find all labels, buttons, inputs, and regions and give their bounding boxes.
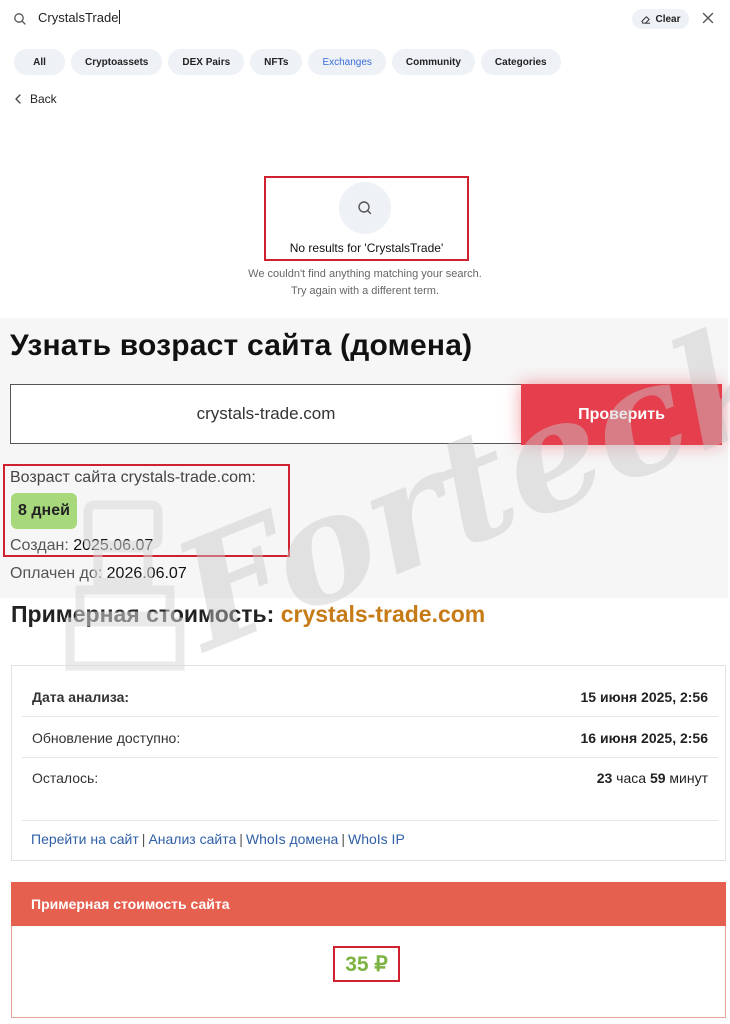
time-left-label: Осталось:	[32, 770, 99, 786]
created-date: Создан: 2025.06.07	[10, 537, 153, 555]
site-links: Перейти на сайт | Анализ сайта | WhoIs домен…	[31, 831, 405, 847]
update-available-value: 16 июня 2025, 2:56	[580, 729, 708, 746]
time-left-value: 23 часа 59 минут	[597, 770, 708, 786]
back-label: Back	[30, 92, 57, 106]
site-age-label: Возраст сайта crystals-trade.com:	[10, 469, 256, 486]
site-age-badge: 8 дней	[11, 493, 77, 529]
link-whois-ip[interactable]: WhoIs IP	[348, 831, 405, 847]
tab-all[interactable]: All	[14, 49, 65, 75]
no-results-line-1: We couldn't find anything matching your …	[248, 268, 482, 280]
created-label: Создан:	[10, 537, 69, 554]
eraser-icon	[641, 15, 651, 24]
clear-label: Clear	[655, 13, 681, 25]
domain-age-title: Узнать возраст сайта (домена)	[10, 329, 473, 362]
check-button[interactable]: Проверить	[521, 384, 722, 445]
search-query: CrystalsTrade	[38, 10, 119, 25]
estimate-heading-domain: crystals-trade.com	[280, 601, 486, 627]
domain-input[interactable]: crystals-trade.com	[10, 384, 522, 444]
estimated-price: 35 ₽	[333, 946, 400, 982]
tab-cryptoassets[interactable]: Cryptoassets	[71, 49, 163, 75]
analysis-date-value: 15 июня 2025, 2:56	[580, 688, 708, 705]
link-separator: |	[341, 831, 345, 847]
link-site-analysis[interactable]: Анализ сайта	[148, 831, 236, 847]
no-results-message: We couldn't find anything matching your …	[200, 266, 530, 300]
link-separator: |	[141, 831, 146, 847]
close-icon[interactable]	[700, 10, 716, 26]
analysis-date-row: Дата анализа: 15 июня 2025, 2:56	[22, 677, 718, 717]
estimate-heading: Примерная стоимость: crystals-trade.com	[11, 601, 485, 628]
time-left-hours-unit: часа	[616, 770, 647, 786]
tab-categories[interactable]: Categories	[480, 49, 561, 75]
paid-label: Оплачен до:	[10, 565, 103, 582]
link-whois-domain[interactable]: WhoIs домена	[246, 831, 338, 847]
links-divider	[22, 820, 718, 821]
tab-dex-pairs[interactable]: DEX Pairs	[168, 49, 245, 75]
no-results-title: No results for 'CrystalsTrade'	[289, 241, 444, 255]
link-go-to-site[interactable]: Перейти на сайт	[31, 831, 139, 847]
tab-community[interactable]: Community	[391, 49, 475, 75]
no-results-line-2: Try again with a different term.	[291, 285, 439, 297]
search-input[interactable]: CrystalsTrade	[38, 10, 121, 25]
analysis-date-label: Дата анализа:	[32, 688, 130, 705]
no-results-icon-circle	[339, 182, 391, 234]
created-value: 2025.06.07	[73, 537, 154, 554]
time-left-row: Осталось: 23 часа 59 минут	[22, 758, 718, 798]
clear-button[interactable]: Clear	[632, 9, 689, 29]
tab-nfts[interactable]: NFTs	[250, 49, 303, 75]
link-separator: |	[239, 831, 243, 847]
update-available-label: Обновление доступно:	[32, 729, 181, 746]
estimate-heading-prefix: Примерная стоимость:	[11, 601, 275, 627]
paid-value: 2026.06.07	[106, 565, 187, 582]
price-card-header: Примерная стоимость сайта	[11, 882, 726, 926]
text-caret	[119, 10, 121, 24]
search-icon	[14, 13, 26, 25]
update-available-row: Обновление доступно: 16 июня 2025, 2:56	[22, 718, 718, 758]
time-left-hours: 23	[596, 770, 613, 786]
time-left-minutes-unit: минут	[669, 770, 708, 786]
tab-exchanges[interactable]: Exchanges	[308, 49, 386, 75]
back-button[interactable]: Back	[14, 92, 57, 106]
chevron-left-icon	[15, 94, 21, 104]
filter-tabs: All Cryptoassets DEX Pairs NFTs Exchange…	[14, 49, 561, 75]
search-bar: CrystalsTrade Clear	[0, 0, 730, 38]
magnifier-icon	[358, 201, 372, 215]
paid-until-date: Оплачен до: 2026.06.07	[10, 565, 187, 583]
time-left-minutes: 59	[649, 770, 666, 786]
